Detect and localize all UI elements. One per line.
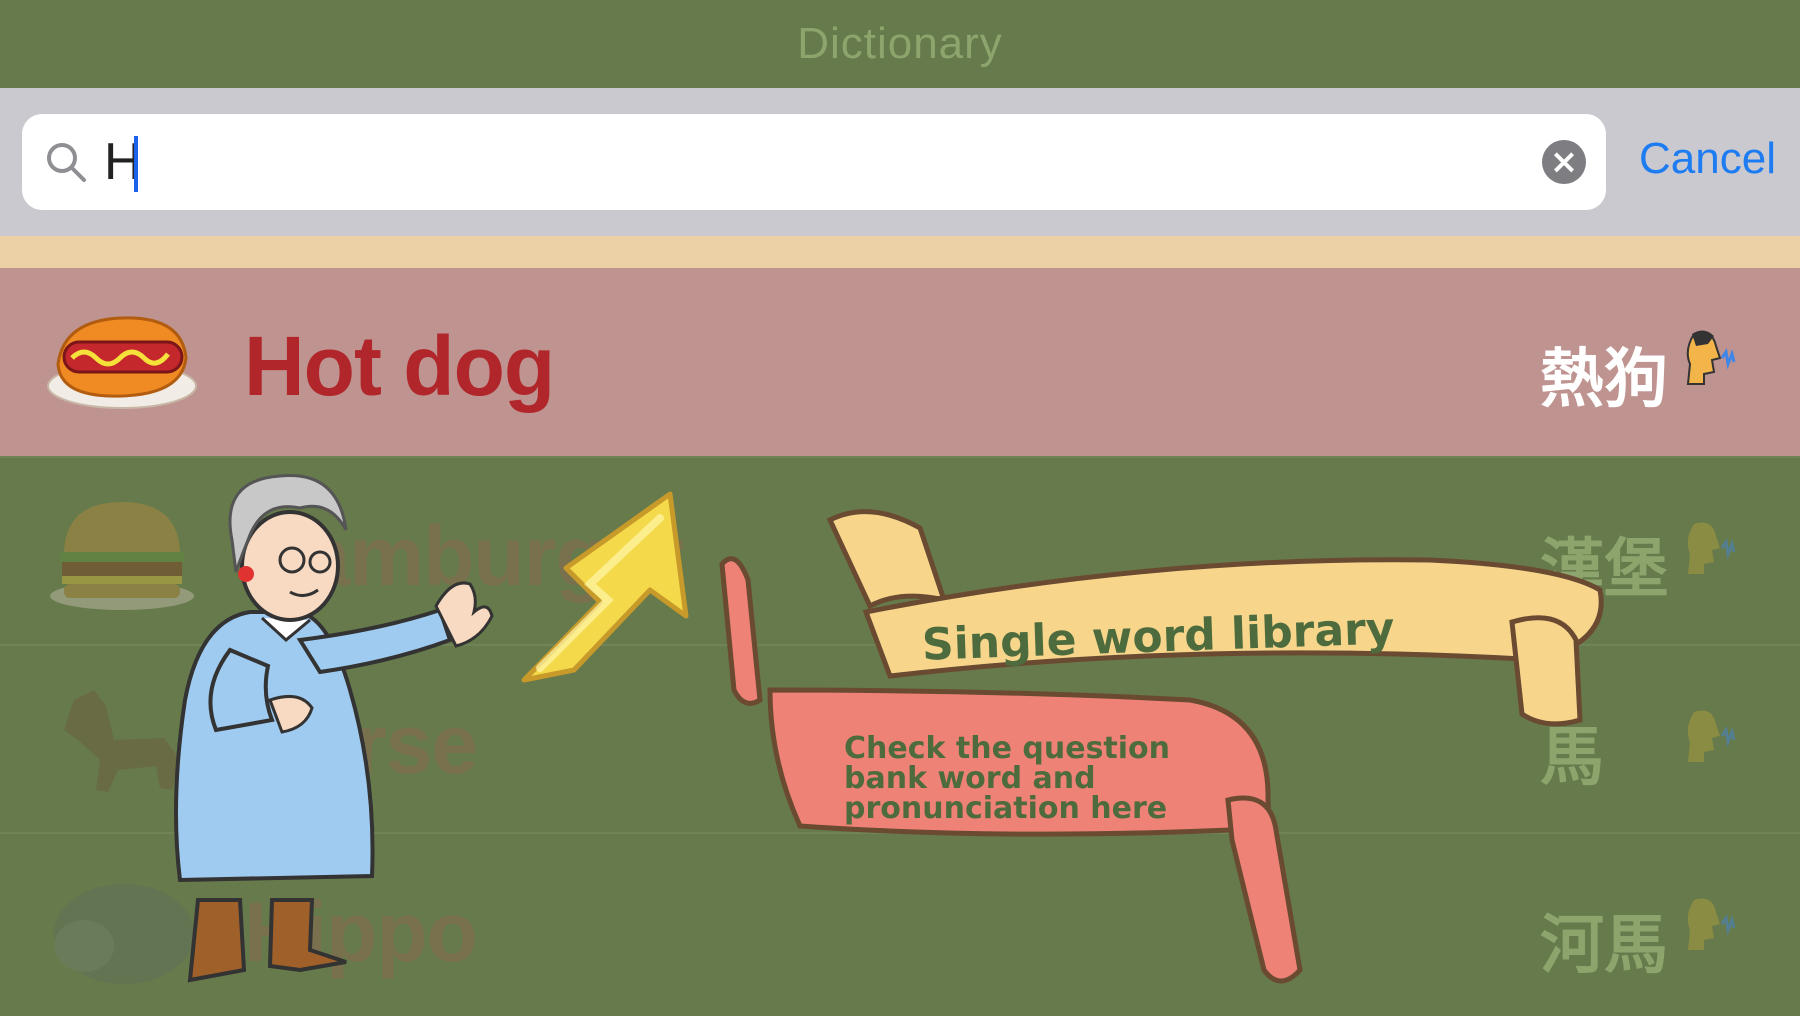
result-word: Hippo [244,885,478,979]
hamburger-icon [50,502,194,610]
result-row-hippo[interactable]: Hippo 河馬 [0,832,1800,1016]
close-icon: × [1549,142,1579,182]
horse-icon [64,690,180,792]
result-row-horse[interactable]: Horse 馬 [0,644,1800,834]
pronunciation-icon[interactable] [1682,518,1738,578]
result-row-hot-dog[interactable]: Hot dog 熱狗 [0,268,1800,456]
text-cursor [134,136,138,192]
result-chinese: 熱狗 [1540,343,1668,417]
clear-search-button[interactable]: × [1542,140,1586,184]
result-chinese: 河馬 [1540,909,1668,983]
result-word: Hot dog [244,319,555,413]
search-icon [47,143,86,182]
pronunciation-icon[interactable] [1682,328,1738,388]
pronunciation-icon[interactable] [1682,706,1738,766]
result-row-hamburger[interactable]: Hamburger 漢堡 [0,456,1800,646]
section-header [0,236,1800,268]
result-word: Hamburger [244,509,684,603]
navigation-bar: Dictionary [0,0,1800,88]
result-word: Horse [244,697,478,791]
search-bar: H × Cancel [0,88,1800,236]
hippo-icon [54,884,194,984]
cancel-button[interactable]: Cancel [1639,134,1776,184]
result-chinese: 馬 [1540,721,1604,795]
page-title: Dictionary [797,19,1003,68]
search-input[interactable]: H × [22,114,1606,210]
pronunciation-icon[interactable] [1682,894,1738,954]
hotdog-icon [47,316,197,409]
result-chinese: 漢堡 [1540,533,1668,607]
